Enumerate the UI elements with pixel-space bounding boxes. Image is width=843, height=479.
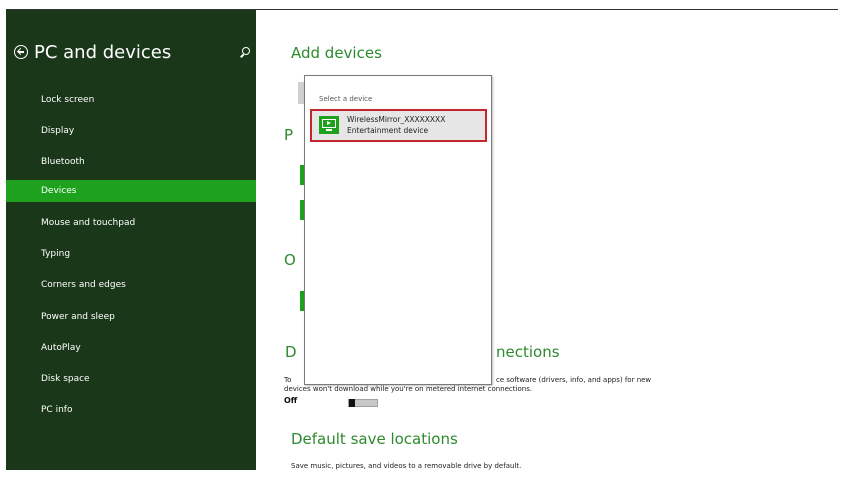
metered-connections-heading-tail: nections (496, 343, 560, 361)
back-arrow-circle-icon[interactable] (14, 45, 28, 59)
search-icon[interactable] (239, 47, 250, 58)
sidebar-item-lock-screen[interactable]: Lock screen (6, 89, 256, 111)
sidebar-header: PC and devices (14, 42, 250, 66)
default-save-desc: Save music, pictures, and videos to a re… (291, 462, 522, 470)
sidebar-item-pc-info[interactable]: PC info (6, 399, 256, 421)
sidebar-item-display[interactable]: Display (6, 120, 256, 142)
download-heading-partial: D (285, 343, 297, 361)
sidebar-item-corners-and-edges[interactable]: Corners and edges (6, 274, 256, 296)
metered-desc-start: To (284, 376, 292, 384)
metered-download-toggle[interactable] (348, 399, 378, 407)
select-device-popup: Select a device WirelessMirror_XXXXXXXX … (304, 75, 492, 385)
device-option-wirelessmirror[interactable]: WirelessMirror_XXXXXXXX Entertainment de… (310, 109, 487, 142)
add-devices-heading: Add devices (291, 44, 382, 62)
sidebar: PC and devices Lock screen Display Bluet… (6, 10, 256, 470)
sidebar-item-bluetooth[interactable]: Bluetooth (6, 151, 256, 173)
sidebar-title: PC and devices (34, 42, 172, 63)
metered-toggle-state: Off (284, 396, 298, 405)
metered-desc-end: ce software (drivers, info, and apps) fo… (496, 376, 652, 384)
sidebar-item-mouse-and-touchpad[interactable]: Mouse and touchpad (6, 212, 256, 234)
sidebar-item-devices[interactable]: Devices (6, 180, 256, 202)
sidebar-item-power-and-sleep[interactable]: Power and sleep (6, 306, 256, 328)
sidebar-item-disk-space[interactable]: Disk space (6, 368, 256, 390)
pc-settings-window: PC and devices Lock screen Display Bluet… (6, 10, 838, 470)
popup-title: Select a device (319, 95, 373, 103)
printers-heading-partial: P (284, 126, 294, 144)
other-devices-heading-partial: O (284, 251, 296, 269)
device-name: WirelessMirror_XXXXXXXX (347, 115, 446, 124)
default-save-locations-heading: Default save locations (291, 430, 458, 448)
metered-desc-line2: devices won't download while you're on m… (284, 385, 533, 393)
sidebar-item-autoplay[interactable]: AutoPlay (6, 337, 256, 359)
display-device-icon (319, 116, 339, 134)
device-type: Entertainment device (347, 126, 429, 135)
toggle-thumb (349, 399, 355, 407)
sidebar-item-typing[interactable]: Typing (6, 243, 256, 265)
